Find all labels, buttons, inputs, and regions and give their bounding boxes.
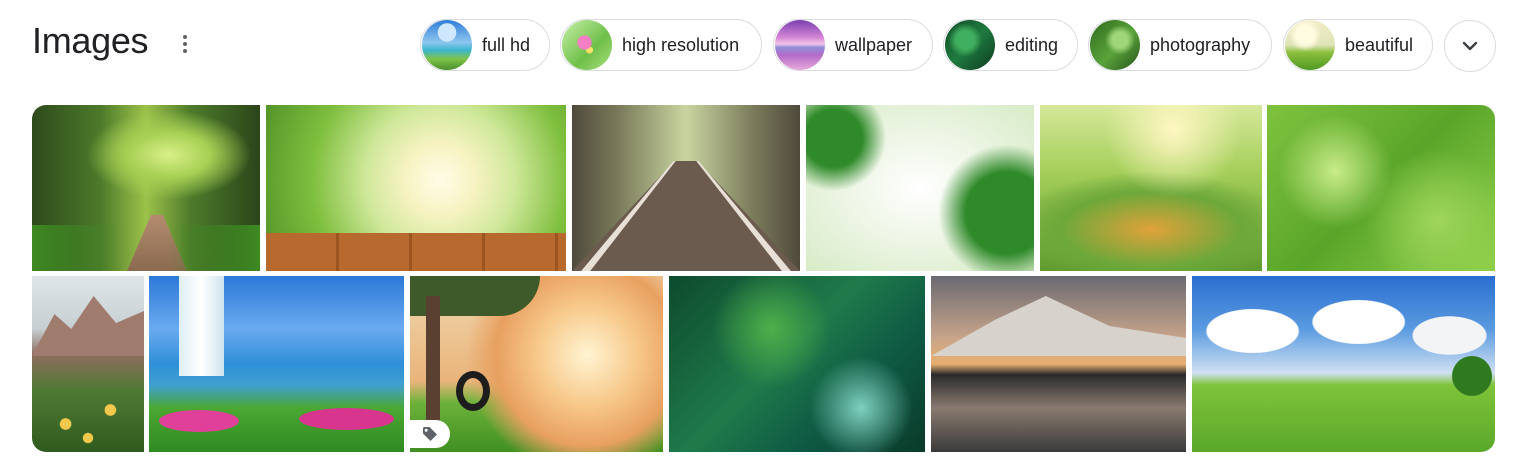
image-result[interactable]: [572, 105, 800, 271]
chip-thumb-lake: [422, 20, 472, 70]
image-result[interactable]: [1192, 276, 1495, 452]
chevron-down-icon: [1462, 41, 1478, 51]
image-result[interactable]: [266, 105, 566, 271]
chip-thumb-bokeh: [1090, 20, 1140, 70]
image-result[interactable]: [32, 105, 260, 271]
chip-thumb-forest: [945, 20, 995, 70]
image-result[interactable]: [669, 276, 925, 452]
chip-label: editing: [1005, 34, 1059, 55]
expand-chips-button[interactable]: [1444, 20, 1496, 72]
image-row-1: [32, 105, 1495, 271]
chip-editing[interactable]: editing: [943, 19, 1078, 71]
chip-thumb-flower: [562, 20, 612, 70]
image-result[interactable]: [1040, 105, 1262, 271]
chip-wallpaper[interactable]: wallpaper: [773, 19, 933, 71]
chip-photography[interactable]: photography: [1088, 19, 1272, 71]
image-result[interactable]: [806, 105, 1034, 271]
image-row-2: [32, 276, 1495, 452]
more-options-icon[interactable]: [177, 33, 193, 55]
product-tag-badge: [410, 420, 450, 448]
page-title: Images: [32, 20, 149, 61]
image-result[interactable]: [149, 276, 404, 452]
image-result[interactable]: [410, 276, 663, 452]
chip-label: photography: [1150, 34, 1251, 55]
tag-icon: [423, 427, 437, 441]
image-result[interactable]: [931, 276, 1186, 452]
chip-label: full hd: [482, 34, 531, 55]
image-result[interactable]: [32, 276, 144, 452]
chip-label: high resolution: [622, 34, 740, 55]
chip-full-hd[interactable]: full hd: [420, 19, 550, 71]
chip-label: beautiful: [1345, 34, 1414, 55]
chip-label: wallpaper: [835, 34, 913, 55]
chip-thumb-meadow: [1285, 20, 1335, 70]
chip-high-resolution[interactable]: high resolution: [560, 19, 762, 71]
chip-beautiful[interactable]: beautiful: [1283, 19, 1433, 71]
chip-thumb-sunset-lake: [775, 20, 825, 70]
image-result[interactable]: [1267, 105, 1495, 271]
